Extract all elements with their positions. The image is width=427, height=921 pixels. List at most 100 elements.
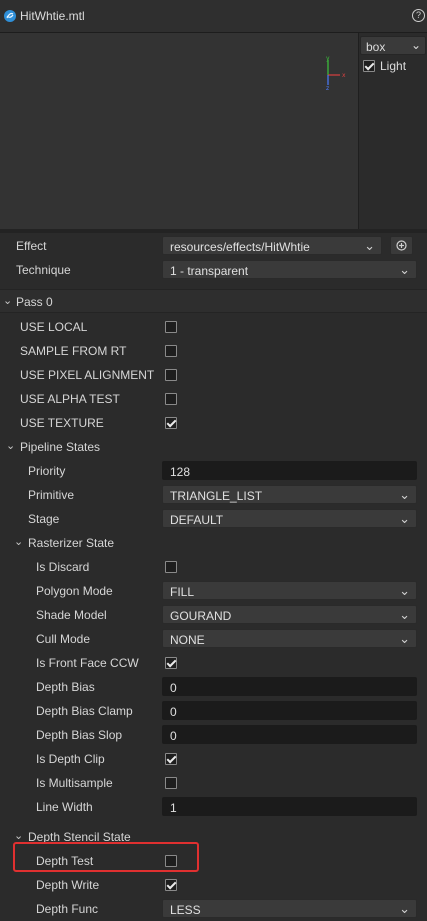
depth-func-value: LESS [170,903,201,917]
front-face-ccw-label: Is Front Face CCW [36,656,139,670]
depth-bias-slop-label: Depth Bias Slop [36,728,123,742]
define-row: USE ALPHA TEST [0,387,427,411]
rasterizer-state-header[interactable]: ⌄ Rasterizer State [0,531,427,555]
chevron-down-icon: ⌄ [14,536,24,548]
locate-effect-button[interactable] [390,236,413,255]
light-label: Light [380,59,407,73]
effect-label: Effect [16,239,47,253]
depth-bias-clamp-label: Depth Bias Clamp [36,704,133,718]
axis-z-label: z [326,85,329,90]
primitive-label: Primitive [28,488,75,502]
pass-header[interactable]: ⌄ Pass 0 [0,289,427,313]
shade-model-row: Shade Model GOURAND ⌄ [0,603,427,627]
pipeline-states-title: Pipeline States [20,440,101,454]
effect-select[interactable]: resources/effects/HitWhtie ⌄ [162,236,382,255]
effect-row: Effect resources/effects/HitWhtie ⌄ [0,234,427,258]
define-row: USE LOCAL [0,315,427,339]
depth-func-label: Depth Func [36,902,99,916]
is-discard-checkbox[interactable] [165,561,177,573]
is-discard-label: Is Discard [36,560,90,574]
depth-bias-clamp-input[interactable]: 0 [162,701,417,720]
cull-mode-value: NONE [170,633,205,647]
define-row: USE PIXEL ALIGNMENT [0,363,427,387]
technique-value: 1 - transparent [170,264,249,278]
shade-model-select[interactable]: GOURAND ⌄ [162,605,417,624]
axis-y-label: y [326,55,330,62]
priority-label: Priority [28,464,66,478]
front-face-ccw-checkbox[interactable] [165,657,177,669]
chevron-down-icon: ⌄ [399,631,410,646]
stage-label: Stage [28,512,60,526]
chevron-down-icon: ⌄ [399,607,410,622]
depth-bias-slop-row: Depth Bias Slop 0 [0,723,427,747]
material-preview[interactable] [0,33,358,229]
is-discard-row: Is Discard [0,555,427,579]
define-label: USE ALPHA TEST [20,392,120,406]
depth-bias-value: 0 [170,681,177,695]
define-checkbox[interactable] [165,345,177,357]
light-checkbox[interactable] [363,60,375,72]
polygon-mode-value: FILL [170,585,195,599]
define-checkbox[interactable] [165,417,177,429]
front-face-ccw-row: Is Front Face CCW [0,651,427,675]
primitive-select[interactable]: TRIANGLE_LIST ⌄ [162,485,417,504]
depth-func-select[interactable]: LESS ⌄ [162,899,417,918]
line-width-input[interactable]: 1 [162,797,417,816]
line-width-label: Line Width [36,800,93,814]
depth-bias-input[interactable]: 0 [162,677,417,696]
depth-clip-label: Is Depth Clip [36,752,105,766]
depth-bias-clamp-row: Depth Bias Clamp 0 [0,699,427,723]
primitive-row: Primitive TRIANGLE_LIST ⌄ [0,483,427,507]
depth-clip-checkbox[interactable] [165,753,177,765]
chevron-down-icon: ⌄ [364,238,375,253]
help-icon[interactable]: ? [412,9,425,22]
depth-bias-label: Depth Bias [36,680,95,694]
chevron-down-icon: ⌄ [410,38,421,52]
rasterizer-state-title: Rasterizer State [28,536,115,550]
multisample-checkbox[interactable] [165,777,177,789]
define-row: SAMPLE FROM RT [0,339,427,363]
define-label: USE PIXEL ALIGNMENT [20,368,155,382]
multisample-label: Is Multisample [36,776,113,790]
priority-input[interactable]: 128 [162,461,417,480]
define-checkbox[interactable] [165,369,177,381]
polygon-mode-label: Polygon Mode [36,584,113,598]
line-width-value: 1 [170,801,177,815]
target-icon [396,240,407,251]
technique-select[interactable]: 1 - transparent ⌄ [162,260,417,279]
polygon-mode-row: Polygon Mode FILL ⌄ [0,579,427,603]
priority-row: Priority 128 [0,459,427,483]
define-checkbox[interactable] [165,393,177,405]
axis-x-label: x [342,72,346,79]
pipeline-states-header[interactable]: ⌄ Pipeline States [0,435,427,459]
mesh-select-value: box [366,40,386,54]
define-checkbox[interactable] [165,321,177,333]
polygon-mode-select[interactable]: FILL ⌄ [162,581,417,600]
highlight-box [13,842,199,872]
chevron-down-icon: ⌄ [399,901,410,916]
define-label: SAMPLE FROM RT [20,344,127,358]
depth-func-row: Depth Func LESS ⌄ [0,897,427,921]
splitter[interactable] [0,229,427,233]
depth-write-checkbox[interactable] [165,879,177,891]
depth-bias-slop-value: 0 [170,729,177,743]
file-title: HitWhtie.mtl [20,9,85,23]
mesh-select[interactable]: box ⌄ [360,36,426,55]
chevron-down-icon: ⌄ [14,830,24,842]
chevron-down-icon: ⌄ [399,583,410,598]
stage-value: DEFAULT [170,513,224,527]
pass-title: Pass 0 [16,295,53,309]
chevron-down-icon: ⌄ [399,511,410,526]
cull-mode-select[interactable]: NONE ⌄ [162,629,417,648]
material-icon [4,10,16,22]
define-label: USE LOCAL [20,320,88,334]
primitive-value: TRIANGLE_LIST [170,489,263,503]
shade-model-value: GOURAND [170,609,232,623]
stage-row: Stage DEFAULT ⌄ [0,507,427,531]
stage-select[interactable]: DEFAULT ⌄ [162,509,417,528]
effect-value: resources/effects/HitWhtie [170,240,310,254]
multisample-row: Is Multisample [0,771,427,795]
depth-bias-slop-input[interactable]: 0 [162,725,417,744]
depth-bias-clamp-value: 0 [170,705,177,719]
title-bar: HitWhtie.mtl ? [0,0,427,33]
